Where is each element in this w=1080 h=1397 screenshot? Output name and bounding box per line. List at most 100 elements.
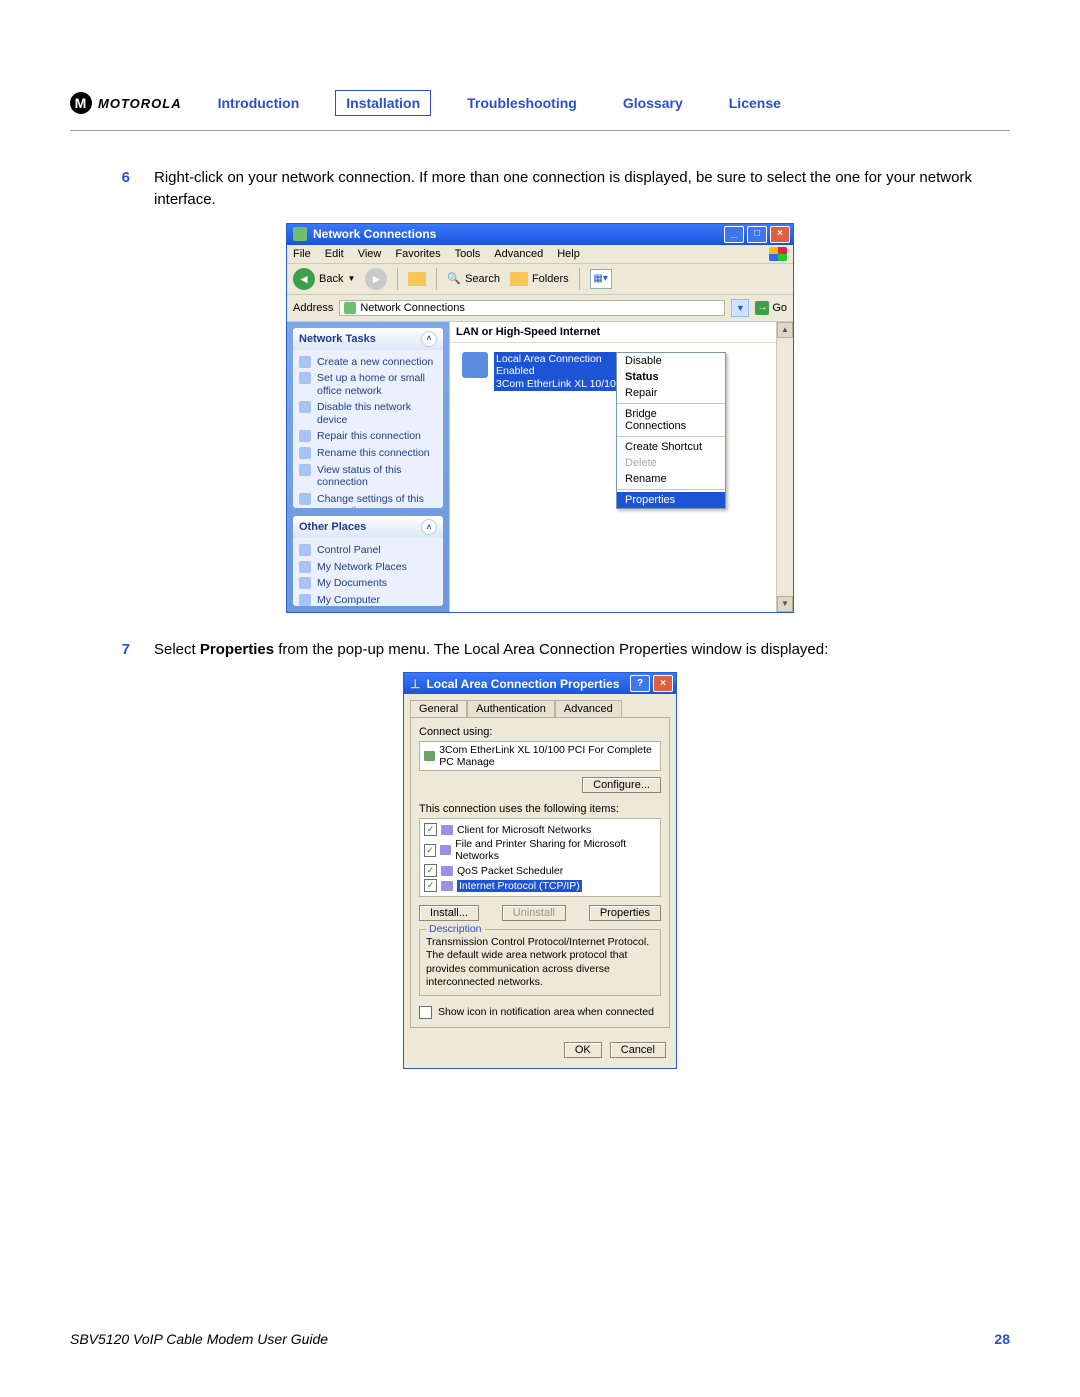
sidebar-item-label: My Network Places bbox=[317, 561, 407, 574]
help-button[interactable]: ? bbox=[630, 675, 650, 692]
nav-installation[interactable]: Installation bbox=[335, 90, 431, 116]
window-title: Network Connections bbox=[313, 227, 436, 241]
ctx-rename[interactable]: Rename bbox=[617, 471, 725, 487]
list-item[interactable]: ✓Client for Microsoft Networks bbox=[424, 822, 656, 837]
ctx-separator bbox=[617, 403, 725, 404]
menu-edit[interactable]: Edit bbox=[325, 248, 344, 260]
ctx-separator bbox=[617, 489, 725, 490]
menu-favorites[interactable]: Favorites bbox=[395, 248, 440, 260]
scroll-down-icon[interactable]: ▼ bbox=[777, 596, 793, 612]
checkbox-icon[interactable]: ✓ bbox=[424, 823, 437, 836]
sidebar-item-label: My Documents bbox=[317, 577, 387, 590]
sidebar-item[interactable]: Create a new connection bbox=[299, 354, 437, 371]
checkbox-icon[interactable]: ✓ bbox=[424, 879, 437, 892]
sidebar-item[interactable]: Rename this connection bbox=[299, 445, 437, 462]
task-icon bbox=[299, 464, 311, 476]
sidebar-item[interactable]: My Network Places bbox=[299, 559, 437, 576]
close-button[interactable]: × bbox=[770, 226, 790, 243]
sidebar-item-label: Change settings of this connection bbox=[317, 493, 437, 508]
install-button[interactable]: Install... bbox=[419, 905, 479, 921]
show-icon-checkbox-row[interactable]: Show icon in notification area when conn… bbox=[419, 1006, 661, 1019]
configure-button[interactable]: Configure... bbox=[582, 777, 661, 793]
ctx-separator bbox=[617, 436, 725, 437]
back-dropdown-icon[interactable]: ▼ bbox=[347, 274, 355, 283]
menu-view[interactable]: View bbox=[358, 248, 382, 260]
sidebar-item[interactable]: Repair this connection bbox=[299, 428, 437, 445]
go-button[interactable]: → Go bbox=[755, 301, 787, 315]
maximize-button[interactable]: □ bbox=[747, 226, 767, 243]
place-icon bbox=[299, 594, 311, 606]
folders-button[interactable]: Folders bbox=[510, 272, 569, 286]
address-field[interactable]: Network Connections bbox=[339, 300, 725, 316]
menu-tools[interactable]: Tools bbox=[455, 248, 481, 260]
search-button[interactable]: 🔍 Search bbox=[447, 272, 500, 285]
scroll-up-icon[interactable]: ▲ bbox=[777, 322, 793, 338]
chevron-up-icon[interactable]: ˄ bbox=[421, 519, 437, 535]
checkbox-icon[interactable]: ✓ bbox=[424, 864, 437, 877]
sidebar-item[interactable]: My Computer bbox=[299, 592, 437, 606]
header-rule bbox=[70, 130, 1010, 131]
tab-general[interactable]: General bbox=[410, 700, 467, 717]
sidebar-item-label: Control Panel bbox=[317, 544, 381, 557]
sidebar-item[interactable]: Set up a home or small office network bbox=[299, 370, 437, 399]
menu-advanced[interactable]: Advanced bbox=[494, 248, 543, 260]
up-folder-icon[interactable] bbox=[408, 272, 426, 286]
menu-help[interactable]: Help bbox=[557, 248, 580, 260]
properties-button[interactable]: Properties bbox=[589, 905, 661, 921]
sidebar-item[interactable]: Control Panel bbox=[299, 542, 437, 559]
ctx-create-shortcut[interactable]: Create Shortcut bbox=[617, 439, 725, 455]
checkbox-icon[interactable] bbox=[419, 1006, 432, 1019]
sidebar-item[interactable]: Disable this network device bbox=[299, 399, 437, 428]
sidebar-item[interactable]: My Documents bbox=[299, 575, 437, 592]
go-arrow-icon: → bbox=[755, 301, 769, 315]
doc-header: M MOTOROLA Introduction Installation Tro… bbox=[70, 90, 1010, 130]
nav-introduction[interactable]: Introduction bbox=[208, 91, 310, 115]
list-item-label: QoS Packet Scheduler bbox=[457, 865, 563, 877]
list-item[interactable]: ✓ QoS Packet Scheduler bbox=[424, 863, 656, 878]
other-places-title: Other Places bbox=[299, 521, 366, 533]
minimize-button[interactable]: _ bbox=[724, 226, 744, 243]
menu-file[interactable]: File bbox=[293, 248, 311, 260]
address-label: Address bbox=[293, 302, 333, 314]
checkbox-icon[interactable]: ✓ bbox=[424, 844, 436, 857]
description-group: Description Transmission Control Protoco… bbox=[419, 929, 661, 996]
page-footer: SBV5120 VoIP Cable Modem User Guide 28 bbox=[70, 1331, 1010, 1347]
address-dropdown-icon[interactable]: ▼ bbox=[731, 299, 749, 317]
adapter-name: 3Com EtherLink XL 10/100 PCI For Complet… bbox=[439, 744, 656, 768]
views-button[interactable]: ▦▾ bbox=[590, 269, 612, 289]
ok-button[interactable]: OK bbox=[564, 1042, 602, 1058]
ctx-status[interactable]: Status bbox=[617, 369, 725, 385]
forward-button[interactable]: ► bbox=[365, 268, 387, 290]
ctx-repair[interactable]: Repair bbox=[617, 385, 725, 401]
tasks-sidebar: Network Tasks ˄ Create a new connection … bbox=[287, 322, 449, 612]
tab-authentication[interactable]: Authentication bbox=[467, 700, 555, 717]
vertical-scrollbar[interactable]: ▲ ▼ bbox=[776, 322, 793, 612]
nav-troubleshooting[interactable]: Troubleshooting bbox=[457, 91, 587, 115]
items-listbox[interactable]: ✓Client for Microsoft Networks ✓File and… bbox=[419, 818, 661, 897]
network-connection-icon bbox=[462, 352, 488, 378]
ctx-disable[interactable]: Disable bbox=[617, 353, 725, 369]
window-titlebar[interactable]: Network Connections _ □ × bbox=[287, 224, 793, 245]
tab-advanced[interactable]: Advanced bbox=[555, 700, 622, 717]
ctx-properties[interactable]: Properties bbox=[617, 492, 725, 508]
nav-license[interactable]: License bbox=[719, 91, 791, 115]
sidebar-item[interactable]: Change settings of this connection bbox=[299, 491, 437, 508]
window-icon bbox=[293, 227, 307, 241]
close-button[interactable]: × bbox=[653, 675, 673, 692]
explorer-main-pane[interactable]: LAN or High-Speed Internet Local Area Co… bbox=[449, 322, 776, 612]
uninstall-button: Uninstall bbox=[502, 905, 566, 921]
list-item[interactable]: ✓File and Printer Sharing for Microsoft … bbox=[424, 837, 656, 863]
dialog-title: Local Area Connection Properties bbox=[426, 677, 619, 691]
cancel-button[interactable]: Cancel bbox=[610, 1042, 666, 1058]
page-number: 28 bbox=[994, 1331, 1010, 1347]
chevron-up-icon[interactable]: ˄ bbox=[421, 331, 437, 347]
dialog-titlebar[interactable]: ⊥ Local Area Connection Properties ? × bbox=[404, 673, 676, 694]
task-icon bbox=[299, 493, 311, 505]
list-item[interactable]: ✓Internet Protocol (TCP/IP) bbox=[424, 878, 656, 893]
back-button[interactable]: ◄ Back ▼ bbox=[293, 268, 355, 290]
nav-glossary[interactable]: Glossary bbox=[613, 91, 693, 115]
sidebar-item-label: Disable this network device bbox=[317, 401, 437, 426]
sidebar-item-label: Create a new connection bbox=[317, 356, 433, 369]
sidebar-item[interactable]: View status of this connection bbox=[299, 462, 437, 491]
ctx-bridge[interactable]: Bridge Connections bbox=[617, 406, 725, 434]
